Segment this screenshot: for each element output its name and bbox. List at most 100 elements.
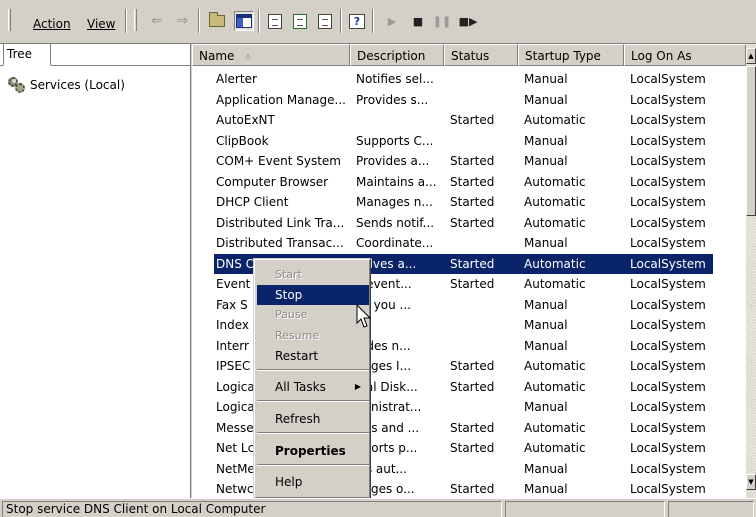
scroll-down-icon[interactable]: ▼ bbox=[746, 474, 756, 490]
show-hide-tree-icon[interactable] bbox=[234, 11, 254, 31]
service-log-on-as: LocalSystem bbox=[630, 379, 706, 394]
column-header-description[interactable]: Description bbox=[350, 44, 444, 66]
table-row[interactable]: Computer Browser Maintains a... Started Aut… bbox=[192, 172, 746, 193]
menu-item-stop[interactable]: Stop bbox=[257, 285, 369, 305]
tree-node-services-local[interactable]: Services (Local) bbox=[8, 76, 125, 94]
service-startup-type: Automatic bbox=[524, 277, 586, 291]
service-description: Provides s... bbox=[356, 92, 429, 107]
service-log-on-as: LocalSystem bbox=[630, 113, 706, 127]
help-icon[interactable]: ? bbox=[347, 11, 367, 31]
service-startup-type: Manual bbox=[524, 236, 568, 250]
service-startup-type: Manual bbox=[524, 297, 568, 312]
submenu-arrow-icon: ▶ bbox=[354, 382, 361, 391]
menu-item-all-tasks[interactable]: All Tasks ▶ bbox=[257, 377, 369, 397]
menu-action[interactable]: Action bbox=[33, 17, 71, 31]
service-status: Started bbox=[450, 359, 495, 373]
column-header-name[interactable]: Name ∧ bbox=[192, 44, 350, 66]
scroll-up-icon[interactable]: ▲ bbox=[746, 48, 756, 64]
up-folder-icon[interactable] bbox=[207, 11, 227, 31]
pause-service-icon[interactable]: ❚❚ bbox=[432, 11, 452, 31]
service-startup-type: Manual bbox=[524, 92, 568, 107]
service-name: Alerter bbox=[216, 72, 257, 86]
service-status: Started bbox=[450, 482, 495, 496]
service-startup-type: Automatic bbox=[524, 256, 586, 271]
service-log-on-as: LocalSystem bbox=[630, 215, 706, 230]
service-startup-type: Manual bbox=[524, 338, 568, 353]
status-message: Stop service DNS Client on Local Compute… bbox=[2, 501, 502, 517]
column-header-startup-type[interactable]: Startup Type bbox=[518, 44, 624, 66]
menu-item-restart[interactable]: Restart bbox=[257, 346, 369, 366]
service-description: Provides a... bbox=[356, 154, 430, 168]
service-status: Started bbox=[450, 441, 495, 455]
forward-arrow-icon[interactable]: ⇒ bbox=[172, 11, 192, 31]
service-name: Application Manage... bbox=[216, 92, 346, 107]
table-row[interactable]: Distributed Transac... Coordinate... Manua… bbox=[192, 233, 746, 254]
toolbar-grip[interactable] bbox=[134, 9, 137, 31]
service-log-on-as: LocalSystem bbox=[630, 236, 706, 250]
service-startup-type: Automatic bbox=[524, 113, 586, 127]
service-name: DHCP Client bbox=[216, 195, 289, 209]
menu-separator bbox=[257, 369, 369, 371]
tree-tab[interactable]: Tree bbox=[3, 44, 51, 66]
service-log-on-as: LocalSystem bbox=[630, 441, 706, 455]
menu-item-help[interactable]: Help bbox=[257, 472, 369, 492]
service-startup-type: Automatic bbox=[524, 215, 586, 230]
menu-item-resume[interactable]: Resume bbox=[257, 326, 369, 346]
table-row[interactable]: Application Manage... Provides s... Manual… bbox=[192, 90, 746, 111]
restart-service-icon[interactable]: ■▶ bbox=[458, 11, 478, 31]
service-startup-type: Automatic bbox=[524, 174, 586, 189]
menu-separator bbox=[257, 432, 369, 434]
service-log-on-as: LocalSystem bbox=[630, 72, 706, 86]
context-menu: Start Stop Pause Resume Restart All Task… bbox=[253, 258, 371, 499]
menu-separator bbox=[257, 400, 369, 402]
table-row[interactable]: Alerter Notifies sel... Manual LocalSystem bbox=[192, 69, 746, 90]
service-log-on-as: LocalSystem bbox=[630, 195, 706, 209]
menu-view[interactable]: View bbox=[87, 17, 115, 31]
service-name: ClipBook bbox=[216, 133, 269, 148]
start-service-icon[interactable]: ▶ bbox=[382, 11, 402, 31]
service-startup-type: Automatic bbox=[524, 379, 586, 394]
service-status: Started bbox=[450, 195, 495, 209]
table-row[interactable]: DHCP Client Manages n... Started Automatic L… bbox=[192, 192, 746, 213]
service-status: Started bbox=[450, 379, 495, 394]
sort-ascending-icon: ∧ bbox=[244, 52, 252, 63]
toolbar-separator bbox=[340, 9, 342, 33]
table-row[interactable]: COM+ Event System Provides a... Started Man… bbox=[192, 151, 746, 172]
service-log-on-as: LocalSystem bbox=[630, 256, 706, 271]
service-name: Distributed Link Tra... bbox=[216, 215, 345, 230]
service-name: AutoExNT bbox=[216, 113, 275, 127]
service-status: Started bbox=[450, 174, 495, 189]
service-log-on-as: LocalSystem bbox=[630, 297, 706, 312]
export-list-icon[interactable] bbox=[315, 11, 335, 31]
menu-item-refresh[interactable]: Refresh bbox=[257, 409, 369, 429]
table-row[interactable]: Distributed Link Tra... Sends notif... Sta… bbox=[192, 213, 746, 234]
vertical-scrollbar[interactable]: ▲ ▼ bbox=[746, 44, 756, 498]
service-startup-type: Manual bbox=[524, 482, 568, 496]
table-row[interactable]: AutoExNT Started Automatic LocalSystem bbox=[192, 110, 746, 131]
service-log-on-as: LocalSystem bbox=[630, 338, 706, 353]
menu-separator bbox=[257, 464, 369, 466]
toolbar-separator bbox=[372, 9, 374, 33]
status-panel bbox=[668, 501, 754, 517]
toolbar-grip[interactable] bbox=[8, 9, 11, 31]
service-startup-type: Manual bbox=[524, 318, 568, 332]
services-gear-icon bbox=[8, 77, 26, 93]
service-log-on-as: LocalSystem bbox=[630, 420, 706, 435]
column-header-log-on-as[interactable]: Log On As bbox=[624, 44, 746, 66]
service-status: Started bbox=[450, 256, 495, 271]
toolbar: Action View ⇐ ⇒ ? ▶ ■ ❚❚ ■▶ bbox=[0, 0, 756, 44]
table-row[interactable]: ClipBook Supports C... Manual LocalSystem bbox=[192, 131, 746, 152]
service-status: Started bbox=[450, 154, 495, 168]
scroll-thumb[interactable] bbox=[746, 66, 756, 216]
menu-item-properties[interactable]: Properties bbox=[257, 441, 369, 461]
properties-icon[interactable] bbox=[265, 11, 285, 31]
service-description: Manages n... bbox=[356, 195, 433, 209]
stop-service-icon[interactable]: ■ bbox=[408, 11, 428, 31]
service-name: Computer Browser bbox=[216, 174, 329, 189]
menu-item-start[interactable]: Start bbox=[257, 265, 369, 285]
service-startup-type: Manual bbox=[524, 72, 568, 86]
back-arrow-icon[interactable]: ⇐ bbox=[147, 11, 167, 31]
menu-item-pause[interactable]: Pause bbox=[257, 305, 369, 325]
refresh-icon[interactable] bbox=[290, 11, 310, 31]
column-header-status[interactable]: Status bbox=[444, 44, 518, 66]
